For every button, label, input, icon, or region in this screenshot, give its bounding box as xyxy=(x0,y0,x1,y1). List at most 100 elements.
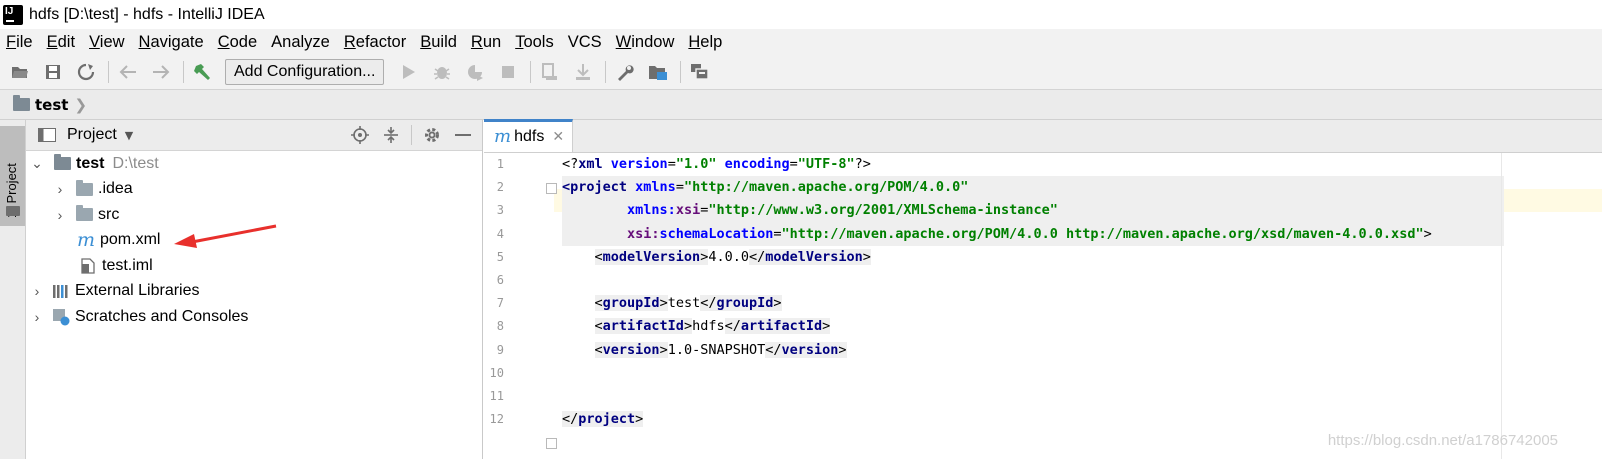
tree-node-path: D:\test xyxy=(112,154,159,172)
folder-icon xyxy=(6,206,20,216)
chevron-right-icon[interactable]: › xyxy=(53,181,67,197)
toolbar-separator xyxy=(530,61,532,83)
intellij-logo-icon: IJ xyxy=(3,4,23,25)
chevron-right-icon: ❯ xyxy=(74,95,88,114)
tree-node-test-iml[interactable]: test.iml xyxy=(26,253,482,279)
line-number: 3 xyxy=(496,203,504,218)
debug-icon[interactable] xyxy=(431,61,453,83)
breadcrumb[interactable]: test ❯ xyxy=(12,95,88,114)
tree-node-idea[interactable]: › .idea xyxy=(26,177,482,203)
line-number: 10 xyxy=(489,365,504,380)
chevron-down-icon[interactable]: ⌄ xyxy=(30,155,44,172)
menu-item[interactable]: Refactor xyxy=(344,33,406,52)
tree-node-label: src xyxy=(98,205,120,223)
chevron-right-icon[interactable]: › xyxy=(53,207,67,223)
locate-file-icon[interactable] xyxy=(349,124,371,146)
module-folder-icon xyxy=(53,154,71,172)
menu-bar: File Edit View Navigate Code Analyze Refactor B… xyxy=(0,29,1602,55)
chevron-right-icon[interactable]: › xyxy=(30,309,44,325)
module-folder-icon xyxy=(12,95,30,113)
forward-icon[interactable] xyxy=(150,61,172,83)
vcs-commit-icon[interactable] xyxy=(572,61,594,83)
vcs-update-icon[interactable] xyxy=(539,61,561,83)
line-number: 1 xyxy=(496,157,504,171)
menu-item[interactable]: View xyxy=(89,33,124,52)
toolbar-separator xyxy=(108,61,109,83)
line-number: 11 xyxy=(489,388,504,403)
menu-item[interactable]: Tools xyxy=(515,33,554,52)
collapse-all-icon[interactable] xyxy=(380,124,402,146)
code-line-1: <?xml version="1.0" encoding="UTF-8"?> xyxy=(562,156,871,172)
project-view-selector[interactable]: Project xyxy=(67,126,117,144)
close-icon[interactable]: ✕ xyxy=(552,129,564,145)
maven-file-icon: m xyxy=(494,126,512,147)
tree-node-label: test.iml xyxy=(102,256,153,274)
tree-node-label: External Libraries xyxy=(75,282,200,300)
navigation-bar: test ❯ xyxy=(0,90,1602,120)
build-hammer-icon[interactable] xyxy=(192,61,214,83)
line-number: 8 xyxy=(496,319,504,334)
menu-item[interactable]: File xyxy=(6,33,33,52)
tree-node-external-libraries[interactable]: › External Libraries xyxy=(26,279,482,305)
back-icon[interactable] xyxy=(117,61,139,83)
project-tool-window-button[interactable]: 1: Project xyxy=(0,126,25,226)
menu-item[interactable]: Navigate xyxy=(139,33,204,52)
tree-node-label: Scratches and Consoles xyxy=(75,307,249,325)
watermark: https://blog.csdn.net/a1786742005 xyxy=(1327,432,1558,449)
code-line-5: <modelVersion>4.0.0</modelVersion> xyxy=(594,248,871,265)
line-number: 6 xyxy=(496,272,504,287)
gear-icon[interactable] xyxy=(421,124,443,146)
editor-tab-bar: m hdfs ✕ xyxy=(484,119,1602,153)
line-number: 5 xyxy=(496,249,504,264)
window-title: hdfs [D:\test] - hdfs - IntelliJ IDEA xyxy=(29,5,265,23)
presentation-assistant-icon[interactable] xyxy=(689,61,711,83)
save-all-icon[interactable] xyxy=(42,61,64,83)
run-icon[interactable] xyxy=(398,61,420,83)
line-number: 12 xyxy=(489,412,504,427)
tree-node-label: .idea xyxy=(98,180,133,198)
line-number-gutter: 1 2 3 4 5 6 7 8 9 10 11 12 xyxy=(484,153,554,459)
folder-icon xyxy=(75,205,93,223)
chevron-right-icon[interactable]: › xyxy=(30,283,44,299)
hide-panel-icon[interactable] xyxy=(452,124,474,146)
code-line-3: xmlns:xsi="http://www.w3.org/2001/XMLSch… xyxy=(562,199,1504,223)
run-with-coverage-icon[interactable] xyxy=(464,61,486,83)
synchronize-icon[interactable] xyxy=(75,61,97,83)
toolbar-separator xyxy=(605,61,607,83)
line-number: 2 xyxy=(496,180,504,195)
fold-marker-icon[interactable] xyxy=(546,438,557,449)
menu-item[interactable]: Run xyxy=(471,33,501,52)
library-icon xyxy=(52,283,70,299)
project-structure-icon[interactable] xyxy=(647,61,669,83)
menu-item[interactable]: VCS xyxy=(568,33,602,52)
open-folder-icon[interactable] xyxy=(9,61,31,83)
code-editor[interactable]: 1 2 3 4 5 6 7 8 9 10 11 12 <?xml version="1.0" enco… xyxy=(484,153,1602,459)
fold-marker-icon[interactable] xyxy=(546,183,557,194)
panel-separator xyxy=(411,125,412,145)
main-toolbar: Add Configuration... xyxy=(0,55,1602,90)
breadcrumb-item-test[interactable]: test xyxy=(35,96,68,114)
left-tool-window-stripe: 1: Project xyxy=(0,120,26,459)
chevron-down-icon[interactable]: ▼ xyxy=(125,129,133,142)
code-line-12: </project> xyxy=(562,411,644,428)
menu-item[interactable]: Code xyxy=(218,33,257,52)
menu-item[interactable]: Help xyxy=(688,33,722,52)
menu-item[interactable]: Window xyxy=(616,33,675,52)
menu-item[interactable]: Analyze xyxy=(271,33,330,52)
tree-node-scratches[interactable]: › Scratches and Consoles xyxy=(26,304,482,330)
menu-item[interactable]: Build xyxy=(420,33,457,52)
stop-icon[interactable] xyxy=(497,61,519,83)
settings-wrench-icon[interactable] xyxy=(614,61,636,83)
project-tool-window: Project ▼ ⌄ test D:\test › .idea › src m… xyxy=(26,120,483,459)
editor-tab-hdfs[interactable]: m hdfs ✕ xyxy=(484,119,574,152)
tree-node-test[interactable]: ⌄ test D:\test xyxy=(26,151,482,177)
line-number: 7 xyxy=(496,296,504,311)
scratches-icon xyxy=(52,308,70,326)
iml-file-icon xyxy=(79,258,97,274)
code-line-9: <version>1.0-SNAPSHOT</version> xyxy=(594,341,847,358)
add-configuration-button[interactable]: Add Configuration... xyxy=(225,59,385,85)
menu-item[interactable]: Edit xyxy=(47,33,75,52)
